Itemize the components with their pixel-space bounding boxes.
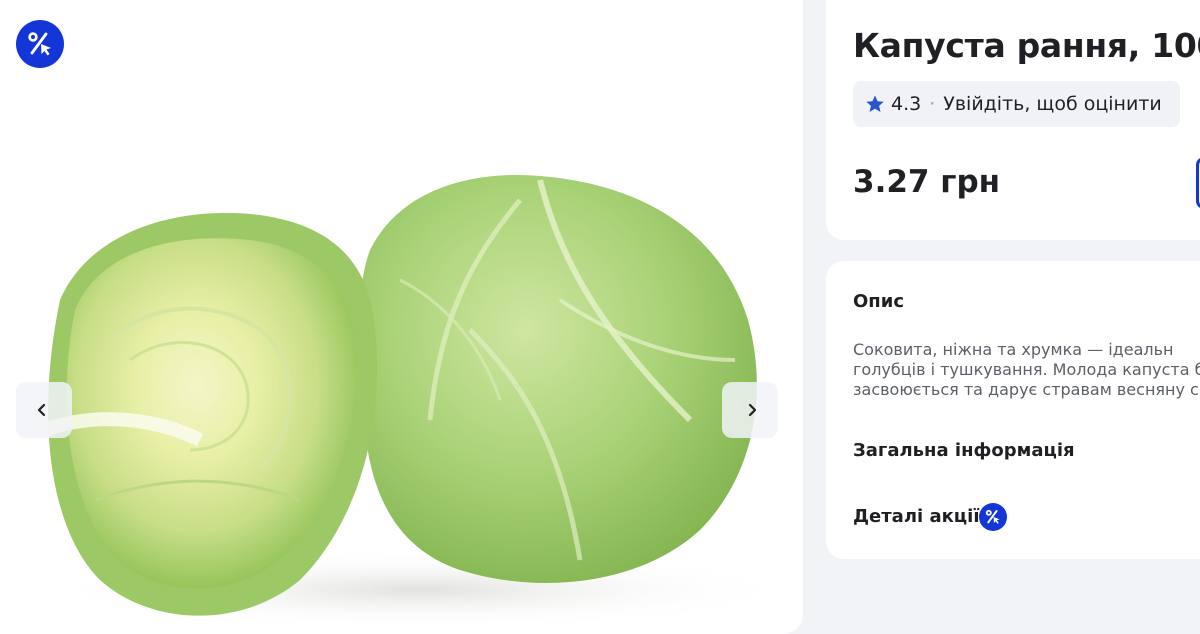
gallery-prev-button[interactable] (16, 382, 72, 438)
description-line: Соковита, ніжна та хрумка — ідеальн (853, 340, 1174, 359)
gallery-next-button[interactable] (722, 382, 778, 438)
description-heading[interactable]: Опис (853, 291, 904, 312)
product-image-gallery (0, 0, 803, 634)
rating-value: 4.3 (891, 93, 922, 115)
rating-separator: · (929, 93, 936, 115)
promo-details-badge[interactable] (979, 503, 1007, 531)
product-price: 3.27 грн (853, 164, 1001, 200)
rating-widget[interactable]: 4.3 · Увійдіть, щоб оцінити (853, 81, 1180, 127)
add-to-cart-button[interactable] (1196, 157, 1200, 209)
chevron-left-icon (37, 403, 46, 417)
star-icon (866, 95, 884, 112)
product-summary-card: Капуста рання, 100г 4.3 · Увійдіть, щоб … (826, 0, 1200, 240)
product-title: Капуста рання, 100г (853, 26, 1200, 65)
product-info-card: Опис Соковита, ніжна та хрумка — ідеальн… (826, 261, 1200, 559)
description-line: голубців і тушкування. Молода капуста б (853, 360, 1200, 379)
chevron-right-icon (748, 403, 757, 417)
description-line: засвоюється та дарує стравам весняну с (853, 380, 1199, 399)
percent-cursor-icon (985, 509, 1000, 524)
general-info-heading[interactable]: Загальна інформація (853, 440, 1075, 461)
cabbage-image (40, 174, 800, 630)
description-text: Соковита, ніжна та хрумка — ідеальн голу… (853, 340, 1200, 400)
login-to-rate-link[interactable]: Увійдіть, щоб оцінити (943, 93, 1161, 115)
promo-details-heading[interactable]: Деталі акції (853, 506, 979, 527)
